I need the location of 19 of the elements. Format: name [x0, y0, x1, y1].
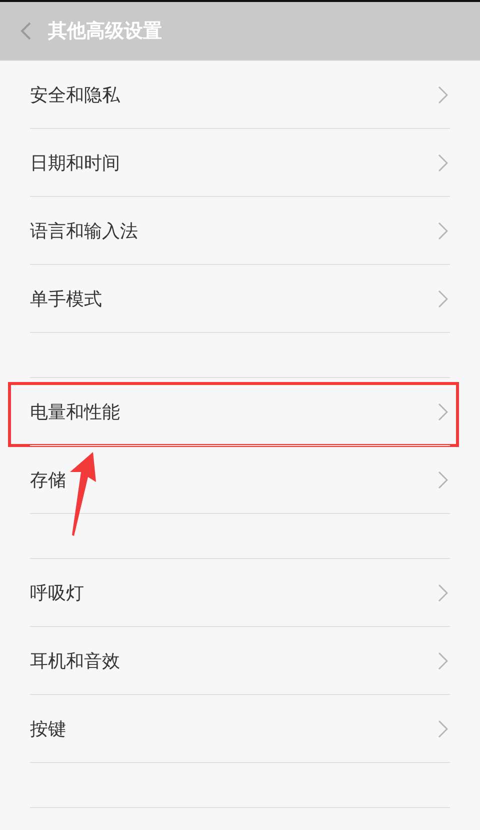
- settings-item[interactable]: 耳机和音效: [30, 627, 450, 695]
- chevron-icon: [438, 470, 448, 488]
- settings-item[interactable]: 日期和时间: [30, 129, 450, 197]
- settings-item[interactable]: 语言和输入法: [30, 197, 450, 265]
- chevron-icon: [438, 290, 448, 308]
- chevron-icon: [438, 720, 448, 738]
- settings-item[interactable]: 电量和性能: [30, 378, 450, 446]
- settings-item[interactable]: 按键: [30, 695, 450, 763]
- arrow-icon: [70, 452, 96, 536]
- chevron-icon: [438, 652, 448, 670]
- chevron-icon: [438, 86, 448, 104]
- settings-item[interactable]: 呼吸灯: [30, 559, 450, 627]
- chevron-icon: [438, 402, 448, 420]
- chevron-icon: [438, 222, 448, 240]
- back-icon[interactable]: [20, 21, 32, 41]
- settings-item[interactable]: 安全和隐私: [30, 61, 450, 129]
- chevron-icon: [438, 584, 448, 602]
- settings-item[interactable]: 单手模式: [30, 265, 450, 333]
- chevron-icon: [438, 154, 448, 172]
